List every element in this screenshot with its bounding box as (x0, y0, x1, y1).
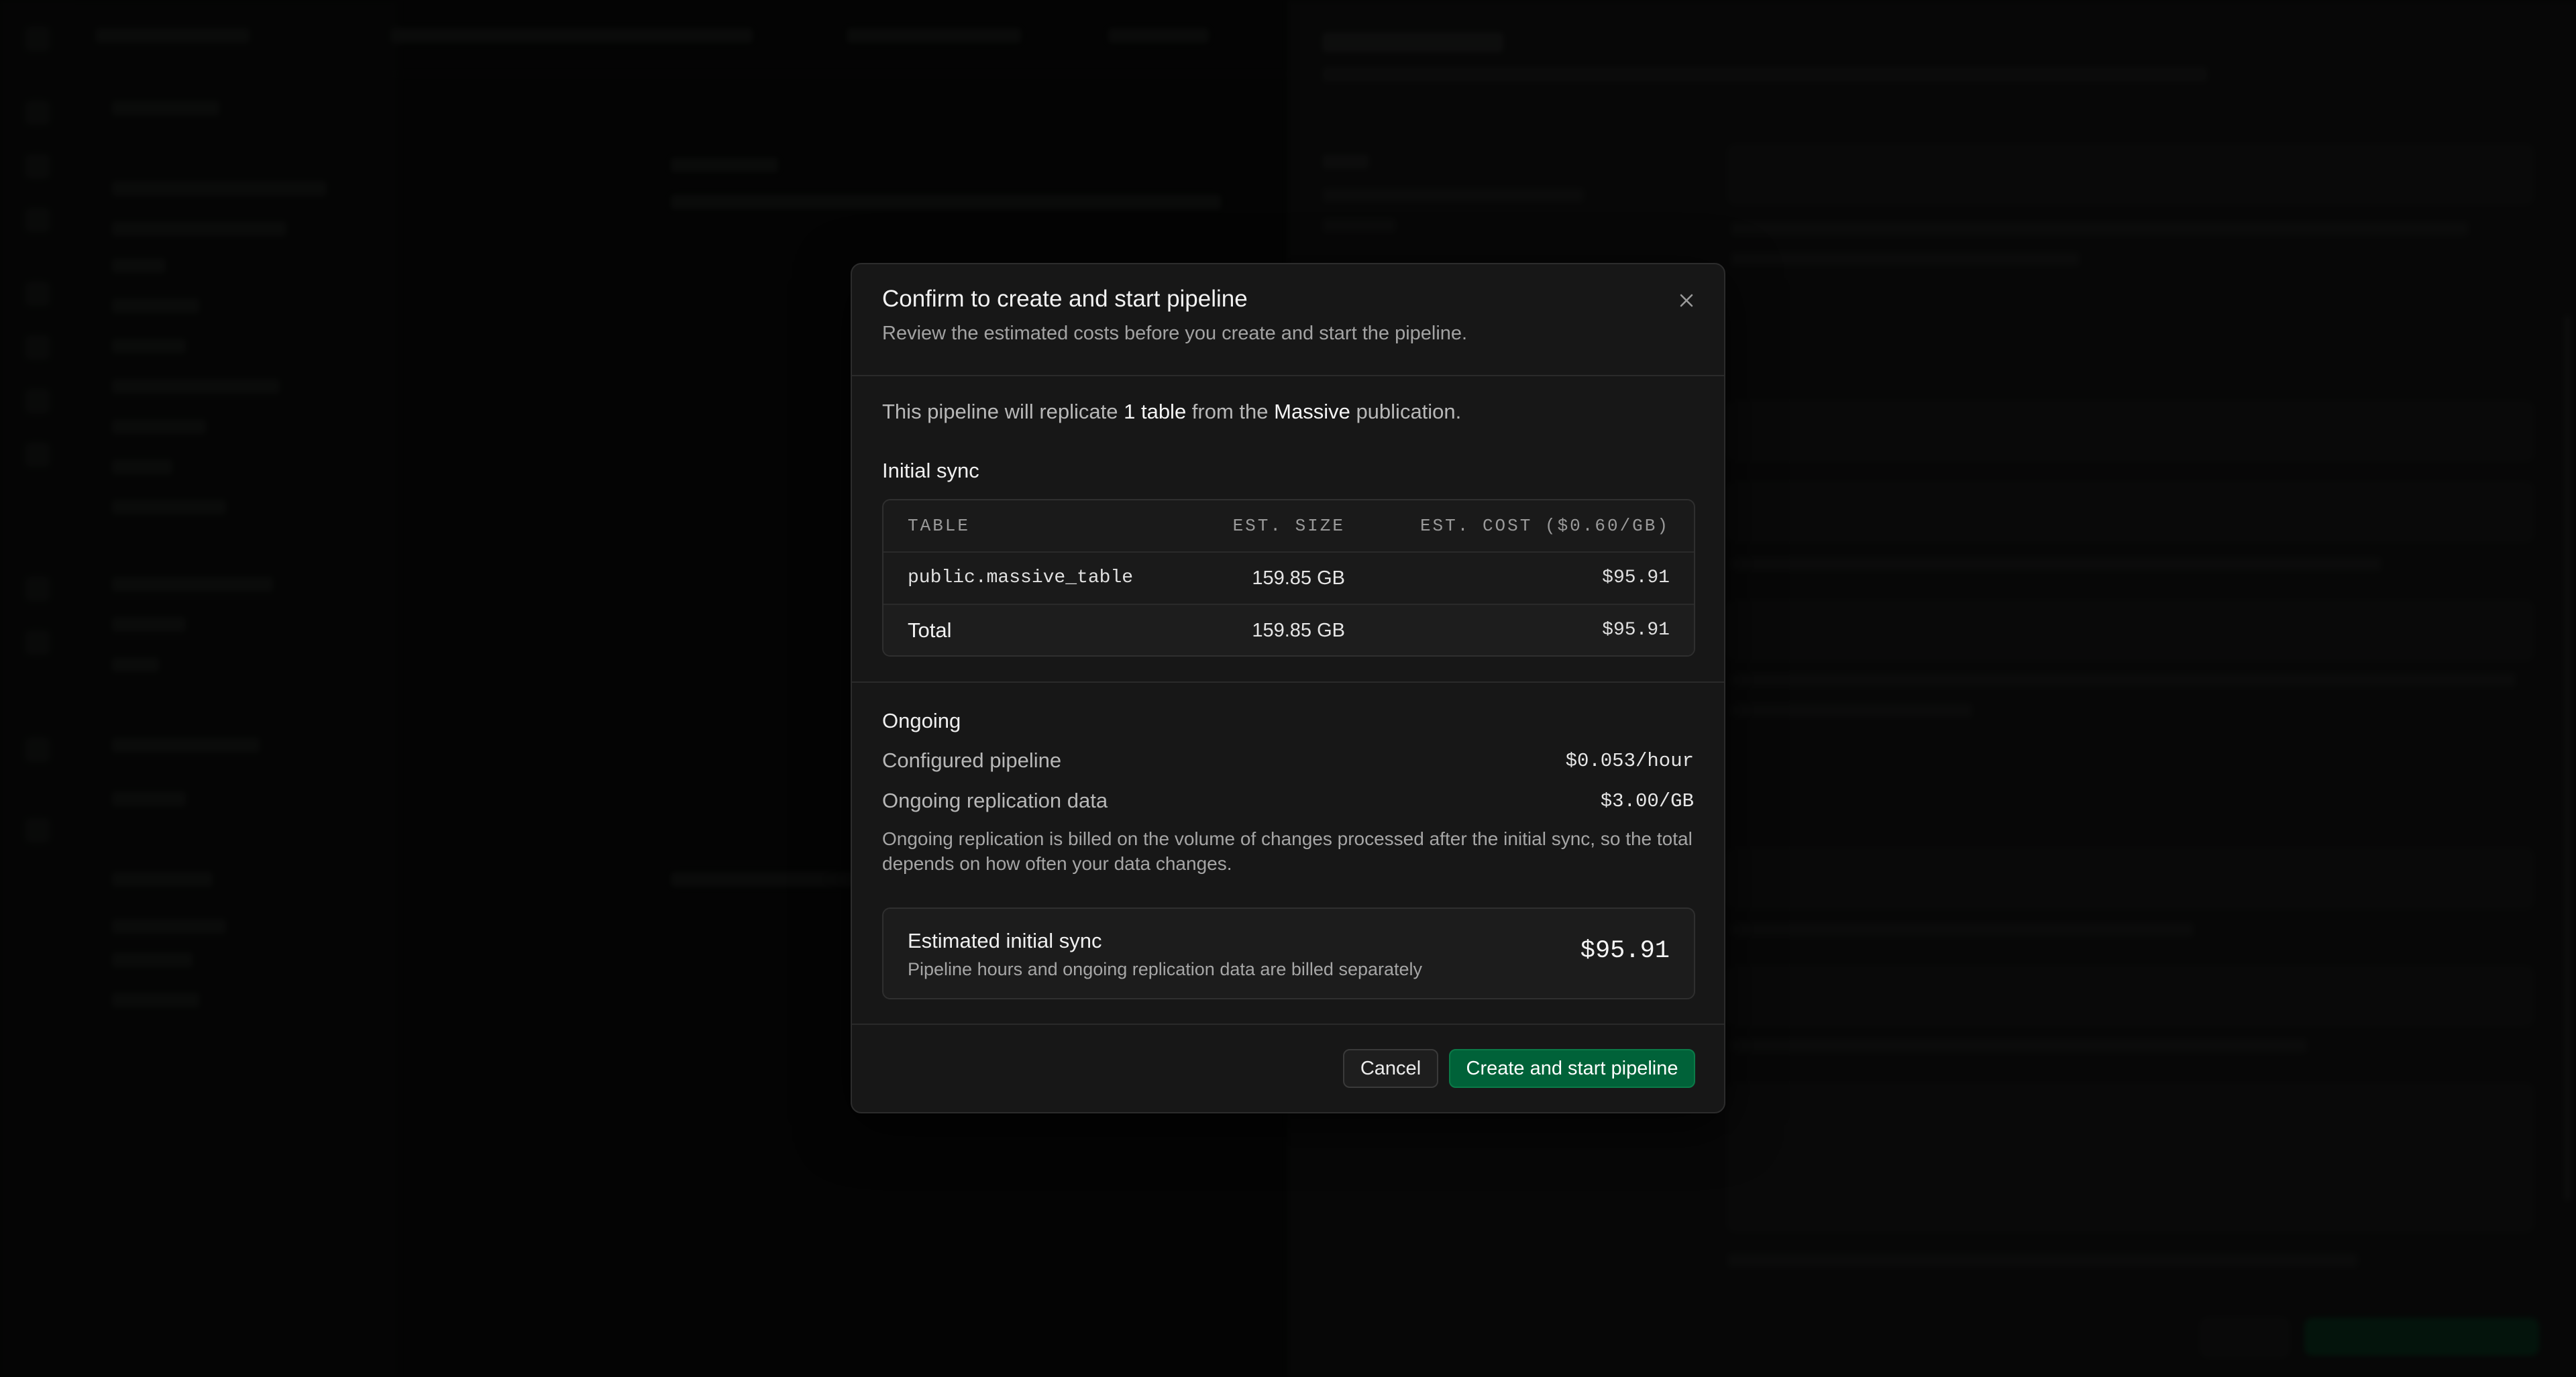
dialog-header: Confirm to create and start pipeline Rev… (852, 264, 1724, 376)
ongoing-title: Ongoing (882, 709, 961, 732)
table-cost: $95.91 (1602, 567, 1670, 588)
estimate-subtitle: Pipeline hours and ongoing replication d… (908, 959, 1423, 979)
create-and-start-pipeline-button[interactable]: Create and start pipeline (1449, 1049, 1695, 1088)
close-icon[interactable] (1673, 287, 1700, 314)
replication-data-row: Ongoing replication data $3.00/GB (882, 789, 1694, 818)
initial-sync-table: TABLE EST. SIZE EST. COST ($0.60/GB) pub… (882, 499, 1695, 657)
column-header-cost: EST. COST ($0.60/GB) (1419, 516, 1670, 536)
ongoing-billing-note: Ongoing replication is billed on the vol… (882, 828, 1693, 874)
table-header-row: TABLE EST. SIZE EST. COST ($0.60/GB) (883, 500, 1694, 551)
estimate-value: $95.91 (1580, 937, 1670, 965)
estimated-initial-sync-card: Estimated initial sync Pipeline hours an… (882, 907, 1695, 999)
column-header-table: TABLE (908, 516, 971, 536)
publication-name: Massive (1274, 400, 1350, 423)
total-size: 159.85 GB (1252, 620, 1345, 641)
replication-summary: This pipeline will replicate 1 table fro… (882, 400, 1462, 423)
column-header-size: EST. SIZE (1232, 516, 1345, 536)
configured-pipeline-value: $0.053/hour (1565, 750, 1694, 772)
cancel-button[interactable]: Cancel (1343, 1049, 1438, 1088)
section-divider (852, 681, 1724, 683)
table-row: public.massive_table 159.85 GB $95.91 (883, 551, 1694, 604)
table-total-row: Total 159.85 GB $95.91 (883, 604, 1694, 655)
table-name: public.massive_table (908, 567, 1134, 588)
dialog-title: Confirm to create and start pipeline (882, 286, 1248, 312)
table-count: 1 table (1124, 400, 1187, 423)
total-cost: $95.91 (1602, 620, 1670, 641)
confirm-pipeline-dialog: Confirm to create and start pipeline Rev… (851, 263, 1725, 1113)
footer-divider (852, 1024, 1724, 1025)
estimate-title: Estimated initial sync (908, 929, 1102, 952)
dialog-subtitle: Review the estimated costs before you cr… (882, 323, 1468, 344)
replication-data-label: Ongoing replication data (882, 789, 1108, 812)
configured-pipeline-label: Configured pipeline (882, 749, 1062, 772)
replication-data-value: $3.00/GB (1600, 790, 1694, 812)
initial-sync-title: Initial sync (882, 459, 979, 482)
total-label: Total (908, 618, 952, 642)
configured-pipeline-row: Configured pipeline $0.053/hour (882, 749, 1694, 778)
table-size: 159.85 GB (1252, 567, 1345, 589)
